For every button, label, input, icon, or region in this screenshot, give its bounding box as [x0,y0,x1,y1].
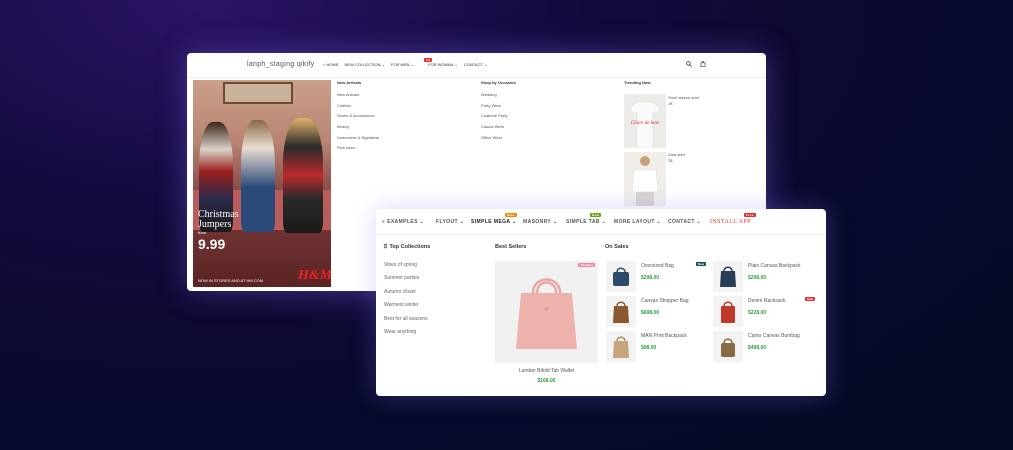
menu-icon: ≡ [382,219,386,225]
product-image[interactable] [606,296,636,327]
product-name[interactable]: Canvas Shopper Bag [641,298,689,304]
search-icon[interactable] [686,61,692,69]
sale-tag: Sale [505,213,517,217]
store-brand[interactable]: lanph_staging qikify [247,61,315,68]
product-image[interactable] [606,331,636,362]
column-title: Shop by Occasion [481,80,516,85]
menu-link[interactable]: Office Wear [481,135,516,140]
best-seller-price: $168.00 [537,378,556,384]
menu-link[interactable]: Casual Wear [481,124,516,129]
best-seller-name[interactable]: Lumber Bifold Tab Wallet [495,368,598,374]
promo-title: Christmas Jumpers [198,209,239,230]
column-title: New Arrivals [337,80,362,85]
new-tag: New [590,213,602,217]
promo-footer: NOW IN STORES AND AT HM.COM [198,278,264,283]
menu-link[interactable]: Party Wear [481,103,516,108]
product-image[interactable] [713,296,743,327]
collection-link[interactable]: Vibes of spring [384,262,428,268]
product-name[interactable]: Oversized Bag [641,263,674,269]
collection-link[interactable]: Summer parties [384,275,428,281]
brand-logo: H&M [298,268,331,283]
product-price: $298.00 [748,275,767,281]
menu-link[interactable]: Clothes [337,103,379,108]
menu-column-new-arrivals: New Arrivals New Arrivals Clothes Shoes … [337,80,379,156]
trending-product-info-2[interactable]: Zara shirt 2$ [668,152,685,164]
menu-link[interactable]: Beauty [337,124,379,129]
cart-icon[interactable] [700,60,706,69]
product-price: $498.00 [748,345,767,351]
product-image[interactable] [713,261,743,292]
collection-link[interactable]: Wear anything [384,329,428,335]
collection-link[interactable]: Warmest winter [384,302,428,308]
sale-product[interactable]: Camo Canvas Bumbag $498.00 [713,331,813,363]
trending-badge: Trending [578,263,595,267]
nav-new-collection[interactable]: NEW COLLECTION ⌄ [345,62,385,67]
nav-simple-mega[interactable]: SIMPLE MEGA ⌄ Sale [471,213,517,225]
nav-simple-tab[interactable]: SIMPLE TAB ⌄ New [566,213,606,225]
trophy-icon: ♖ [383,244,388,250]
product-price: $98.00 [641,345,657,351]
sale-product[interactable]: Denim Racksack $228.00 Sale [713,296,816,328]
nav-more-layout[interactable]: MORE LAYOUT ⌄ [614,219,661,225]
sale-product[interactable]: Plain Canvas Backpack $298.00 [713,261,813,293]
product-image[interactable] [713,331,743,362]
on-sales-title: On Sales [605,244,629,250]
menu-link[interactable]: Costume Party [481,113,516,118]
collection-link[interactable]: Autumn closet [384,289,428,295]
menu-link[interactable]: Shoes & Accessories [337,113,379,118]
product-name[interactable]: Plain Canvas Backpack [748,263,801,269]
sale-product[interactable]: Canvas Shopper Bag $698.00 [606,296,706,328]
menu-link[interactable]: New Arrivals [337,92,379,97]
menu-link[interactable]: Wedding [481,92,516,97]
promo-from: from [198,230,206,235]
menu-link[interactable]: Plus sizes [337,145,379,150]
trending-product-image-2[interactable] [624,152,666,206]
best-sellers-title: Best Sellers [495,244,527,250]
sale-product[interactable]: MAN Print Backpack $98.00 [606,331,706,363]
collection-link[interactable]: Best for all seasons [384,316,428,322]
store-nav: ⌂ HOME NEW COLLECTION ⌄ FOR MEN ⌄hot FOR… [323,58,487,67]
promo-banner[interactable]: Christmas Jumpers from 9.99 NOW IN STORES… [193,80,331,287]
menu-column-trending: Trending Now [624,80,650,92]
product-name[interactable]: Camo Canvas Bumbag [748,333,800,339]
best-seller-image[interactable]: Trending [495,261,598,363]
product-price: $298.00 [641,275,660,281]
top-collections-title: ♖ Top Collections [383,244,431,250]
nav-home[interactable]: ⌂ HOME [323,62,339,67]
nav-for-woman[interactable]: FOR WOMAN ⌄ [428,62,458,67]
product-price: $698.00 [641,310,660,316]
menu-link[interactable]: Underwear & Nightwear [337,135,379,140]
product-name[interactable]: Denim Racksack [748,298,786,304]
new-badge: New [696,262,707,266]
column-title: Trending Now [624,80,651,85]
tshirt-print: Claire de lune [631,121,660,126]
product-price: $228.00 [748,310,767,316]
nav-install-app[interactable]: INSTALL APP Free [710,213,756,225]
mega-menu-window: ≡ EXAMPLES ⌄ FLYOUT ⌄ SIMPLE MEGA ⌄ Sale… [376,209,826,396]
top-collections-list: Vibes of spring Summer parties Autumn cl… [384,262,428,342]
wall-painting [223,82,293,104]
mega-menu-nav: ≡ EXAMPLES ⌄ FLYOUT ⌄ SIMPLE MEGA ⌄ Sale… [376,209,826,235]
product-image[interactable] [606,261,636,292]
store-header: lanph_staging qikify ⌂ HOME NEW COLLECTI… [187,53,766,78]
header-icons [686,60,706,69]
menu-column-occasion: Shop by Occasion Wedding Party Wear Cost… [481,80,516,145]
sale-badge: Sale [805,297,816,301]
free-tag: Free [744,213,756,217]
trending-product-image-1[interactable]: Claire de lune [624,94,666,149]
model-3 [283,118,323,233]
nav-masonry[interactable]: MASONRY ⌄ [523,219,557,225]
nav-examples[interactable]: ≡ EXAMPLES ⌄ [382,219,424,225]
promo-price: 9.99 [198,236,226,252]
nav-flyout[interactable]: FLYOUT ⌄ [436,219,464,225]
trending-product-info-1[interactable]: Short sleeve shirt 1€ [668,95,699,107]
model-2 [241,120,275,232]
nav-contact[interactable]: CONTACT ⌄ [464,62,487,67]
product-name[interactable]: MAN Print Backpack [641,333,687,339]
nav-contact[interactable]: CONTACT ⌄ [668,219,701,225]
sale-product[interactable]: Oversized Bag $298.00 New [606,261,707,293]
nav-for-men[interactable]: FOR MEN ⌄hot [391,58,433,67]
